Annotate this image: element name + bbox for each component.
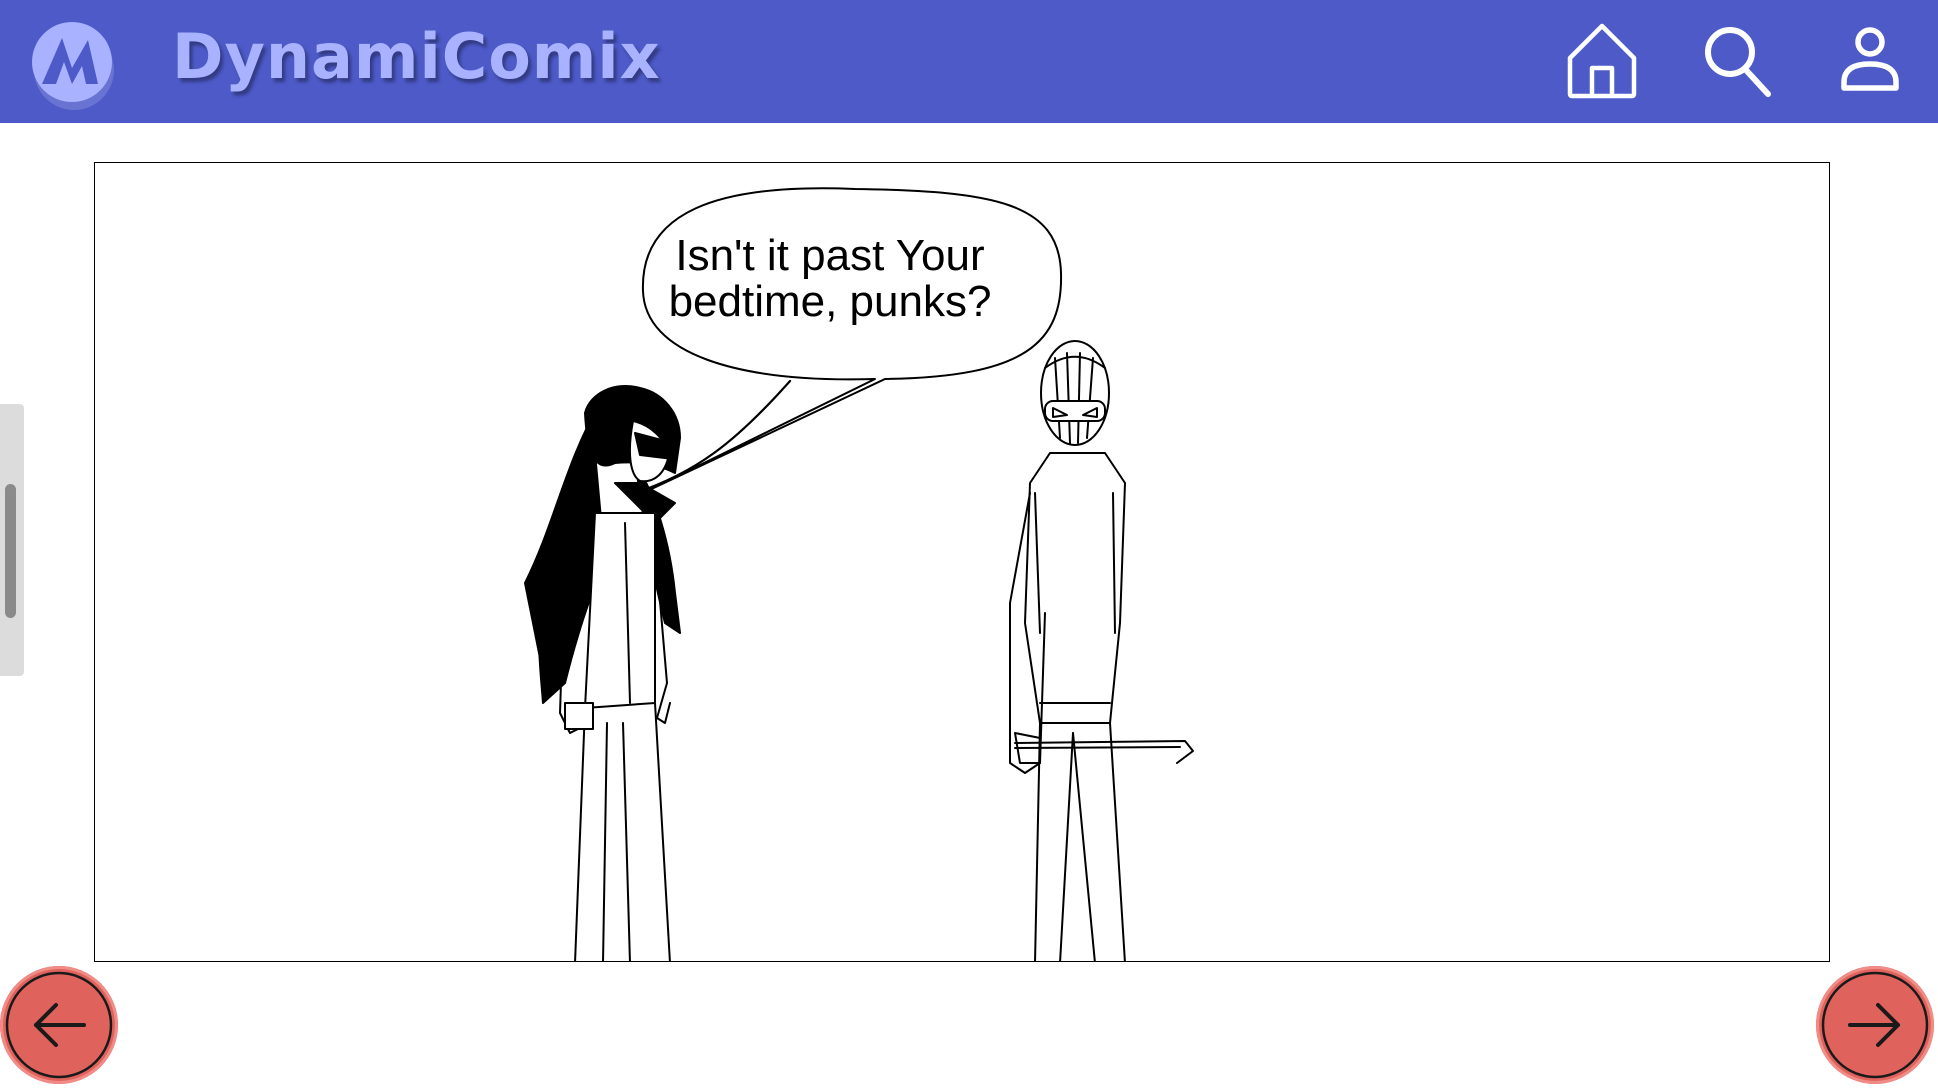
- scrollbar-thumb[interactable]: [5, 484, 16, 618]
- previous-page-button[interactable]: [0, 966, 118, 1084]
- search-icon[interactable]: [1698, 18, 1778, 102]
- profile-icon[interactable]: [1830, 18, 1910, 102]
- next-page-button[interactable]: [1816, 966, 1934, 1084]
- speech-line-2: bedtime, punks?: [668, 277, 992, 326]
- arrow-right-icon: [1821, 971, 1929, 1079]
- logo-icon[interactable]: [28, 10, 120, 114]
- masked-thug-figure: [1009, 340, 1194, 961]
- arrow-left-icon: [5, 971, 113, 1079]
- comic-panel: Isn't it past Your bedtime, punks?: [94, 162, 1830, 962]
- speech-bubble-text: Isn't it past Your bedtime, punks?: [655, 233, 1005, 325]
- brand-name[interactable]: DynamiComix: [172, 26, 661, 88]
- speech-line-1: Isn't it past Your: [675, 231, 985, 280]
- home-icon[interactable]: [1562, 18, 1642, 102]
- app-header: DynamiComix: [0, 0, 1938, 123]
- caped-hero-figure: [524, 385, 681, 961]
